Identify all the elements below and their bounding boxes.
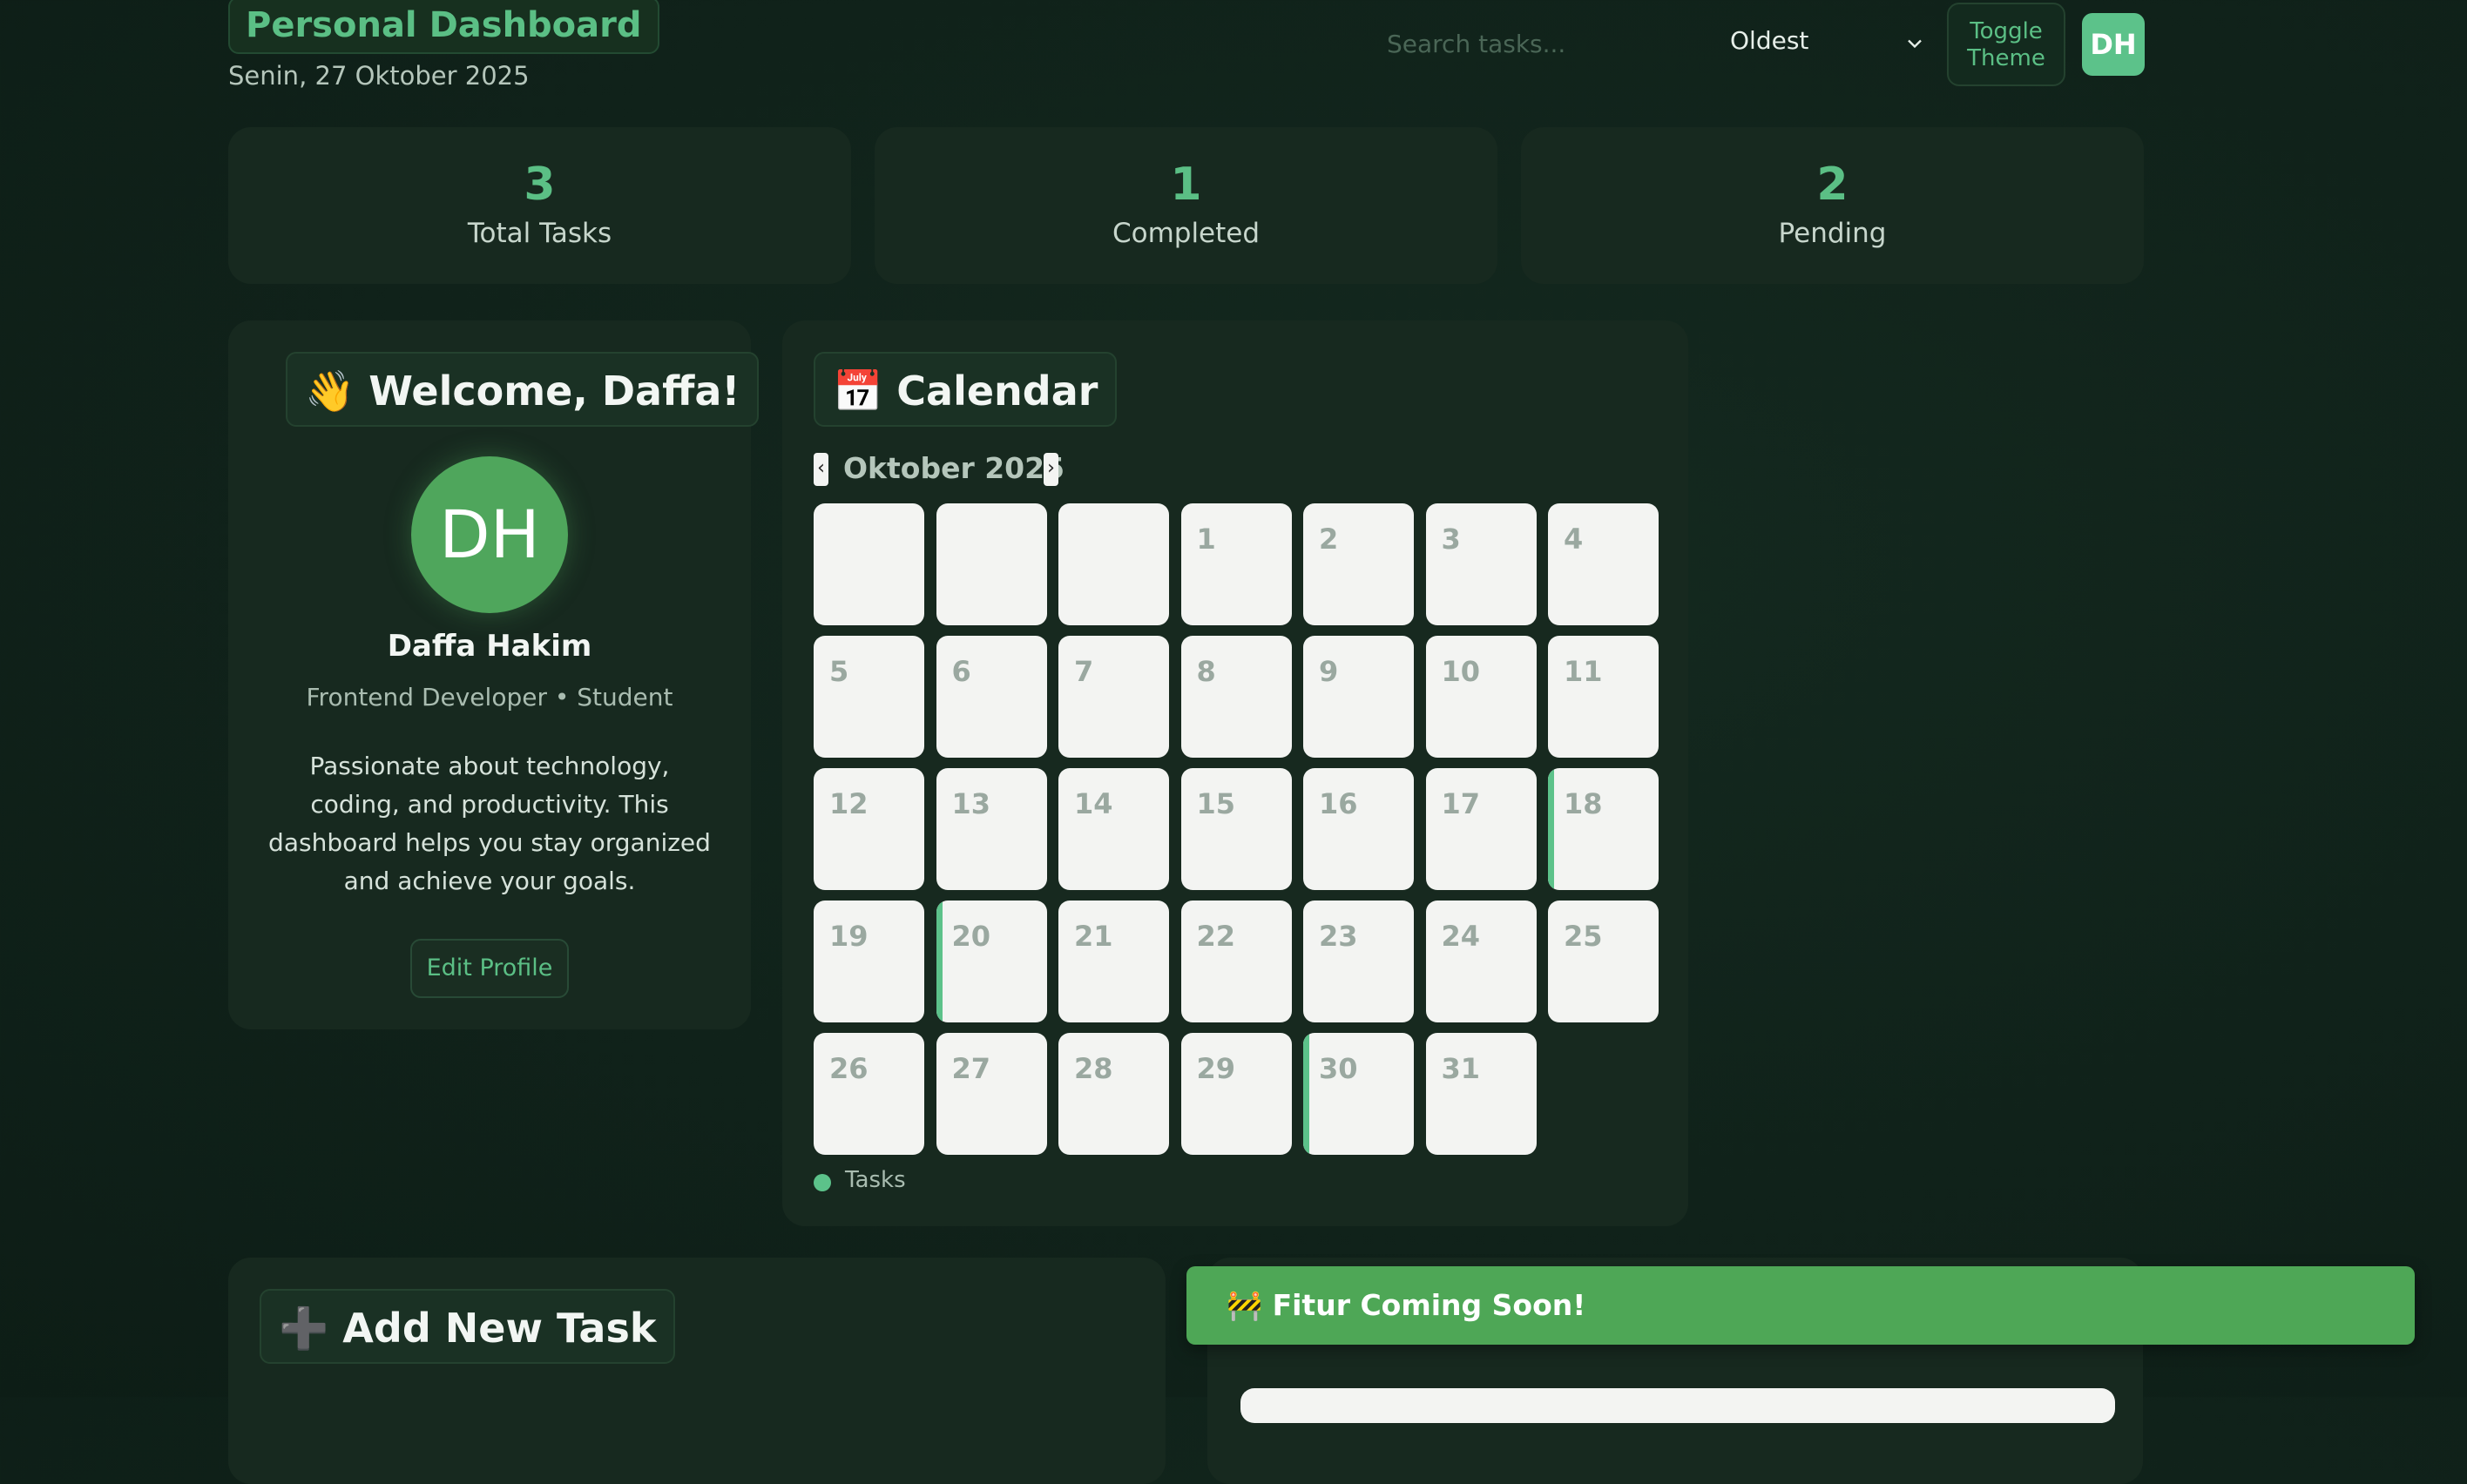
calendar-day-27[interactable]: 27 (936, 1033, 1047, 1155)
calendar-day-30[interactable]: 30 (1303, 1033, 1414, 1155)
calendar-day-number: 29 (1196, 1052, 1236, 1085)
calendar-grid: 1 2 3 4 5 6 7 8 9 10 11 12 13 14 15 16 17 18 19 20 21 22 23 24 2… (814, 503, 1659, 1155)
calendar-day-number: 25 (1564, 920, 1603, 953)
profile-role: Frontend Developer • Student (306, 683, 673, 712)
calendar-day-number: 27 (951, 1052, 991, 1085)
calendar-day-12[interactable]: 12 (814, 768, 924, 890)
calendar-day-4[interactable]: 4 (1548, 503, 1659, 625)
next-month-button[interactable]: › (1044, 453, 1058, 486)
task-input-bar[interactable] (1240, 1388, 2115, 1423)
calendar-day-number: 15 (1196, 787, 1236, 820)
calendar-day-number: 4 (1564, 523, 1584, 556)
profile-name: Daffa Hakim (387, 629, 592, 664)
calendar-day-19[interactable]: 19 (814, 901, 924, 1022)
calendar-day-number: 8 (1196, 655, 1216, 688)
profile-avatar: DH (411, 456, 568, 613)
calendar-day-21[interactable]: 21 (1058, 901, 1169, 1022)
calendar-day-28[interactable]: 28 (1058, 1033, 1169, 1155)
calendar-day-26[interactable]: 26 (814, 1033, 924, 1155)
calendar-day-number: 20 (951, 920, 991, 953)
month-label: Oktober 2025 (843, 451, 1065, 485)
calendar-day-number: 19 (829, 920, 869, 953)
stat-value: 3 (524, 159, 556, 211)
calendar-day-number: 23 (1319, 920, 1358, 953)
stat-value: 1 (1170, 159, 1202, 211)
calendar-day-number: 12 (829, 787, 869, 820)
calendar-blank-cell (814, 503, 924, 625)
calendar-day-22[interactable]: 22 (1180, 901, 1292, 1022)
stat-value: 2 (1816, 159, 1849, 211)
toggle-theme-button[interactable]: Toggle Theme (1947, 3, 2065, 86)
calendar-day-20[interactable]: 20 (936, 901, 1047, 1022)
avatar[interactable]: DH (2082, 13, 2145, 76)
calendar-day-number: 30 (1319, 1052, 1358, 1085)
calendar-day-number: 21 (1074, 920, 1113, 953)
welcome-heading: 👋 Welcome, Daffa! (286, 352, 760, 427)
calendar-heading: 📅 Calendar (814, 352, 1118, 427)
calendar-day-number: 2 (1319, 523, 1339, 556)
stat-label: Total Tasks (467, 218, 612, 249)
calendar-day-18[interactable]: 18 (1548, 768, 1659, 890)
prev-month-button[interactable]: ‹ (814, 453, 828, 486)
calendar-blank-cell (936, 503, 1047, 625)
calendar-day-1[interactable]: 1 (1180, 503, 1292, 625)
calendar-day-3[interactable]: 3 (1425, 503, 1537, 625)
calendar-day-number: 28 (1074, 1052, 1113, 1085)
sort-select[interactable]: Oldest (1727, 19, 1927, 70)
calendar-day-24[interactable]: 24 (1425, 901, 1537, 1022)
calendar-day-8[interactable]: 8 (1180, 636, 1292, 758)
calendar-day-31[interactable]: 31 (1425, 1033, 1537, 1155)
calendar-day-number: 16 (1319, 787, 1358, 820)
calendar-day-number: 11 (1564, 655, 1603, 688)
chevron-down-icon (1908, 39, 1922, 49)
calendar-day-13[interactable]: 13 (936, 768, 1047, 890)
toast-notification: 🚧 Fitur Coming Soon! (1186, 1266, 2415, 1345)
stat-card-completed: 1 Completed (875, 127, 1497, 284)
add-task-heading: ➕ Add New Task (260, 1289, 676, 1364)
calendar-day-14[interactable]: 14 (1058, 768, 1169, 890)
current-date: Senin, 27 Oktober 2025 (228, 61, 530, 91)
calendar-day-16[interactable]: 16 (1303, 768, 1414, 890)
calendar-blank-cell (1058, 503, 1169, 625)
calendar-day-2[interactable]: 2 (1303, 503, 1414, 625)
legend-dot (814, 1174, 831, 1191)
search-input[interactable] (1385, 19, 1699, 68)
stat-label: Pending (1778, 218, 1887, 249)
page-title: Personal Dashboard (228, 0, 659, 54)
calendar-day-number: 1 (1196, 523, 1216, 556)
calendar-day-25[interactable]: 25 (1548, 901, 1659, 1022)
stat-label: Completed (1112, 218, 1261, 249)
calendar-day-7[interactable]: 7 (1058, 636, 1169, 758)
legend-label: Tasks (845, 1167, 906, 1193)
calendar-day-29[interactable]: 29 (1180, 1033, 1292, 1155)
sort-select-value: Oldest (1730, 26, 1809, 55)
calendar-day-number: 7 (1074, 655, 1094, 688)
calendar-day-23[interactable]: 23 (1303, 901, 1414, 1022)
stat-card-total: 3 Total Tasks (228, 127, 851, 284)
calendar-day-6[interactable]: 6 (936, 636, 1047, 758)
calendar-day-number: 24 (1441, 920, 1481, 953)
calendar-day-17[interactable]: 17 (1425, 768, 1537, 890)
calendar-day-number: 18 (1564, 787, 1603, 820)
calendar-day-number: 31 (1441, 1052, 1481, 1085)
calendar-day-10[interactable]: 10 (1425, 636, 1537, 758)
calendar-day-11[interactable]: 11 (1548, 636, 1659, 758)
calendar-day-number: 9 (1319, 655, 1339, 688)
calendar-day-number: 26 (829, 1052, 869, 1085)
calendar-day-number: 14 (1074, 787, 1113, 820)
calendar-day-number: 22 (1196, 920, 1236, 953)
calendar-day-15[interactable]: 15 (1180, 768, 1292, 890)
calendar-day-5[interactable]: 5 (814, 636, 924, 758)
calendar-day-number: 10 (1441, 655, 1481, 688)
profile-bio: Passionate about technology, coding, and… (268, 752, 711, 895)
calendar-day-9[interactable]: 9 (1303, 636, 1414, 758)
stat-card-pending: 2 Pending (1521, 127, 2144, 284)
calendar-day-number: 6 (951, 655, 971, 688)
calendar-day-number: 5 (829, 655, 849, 688)
calendar-day-number: 13 (951, 787, 991, 820)
edit-profile-button[interactable]: Edit Profile (410, 939, 569, 998)
calendar-day-number: 3 (1441, 523, 1461, 556)
calendar-day-number: 17 (1441, 787, 1481, 820)
